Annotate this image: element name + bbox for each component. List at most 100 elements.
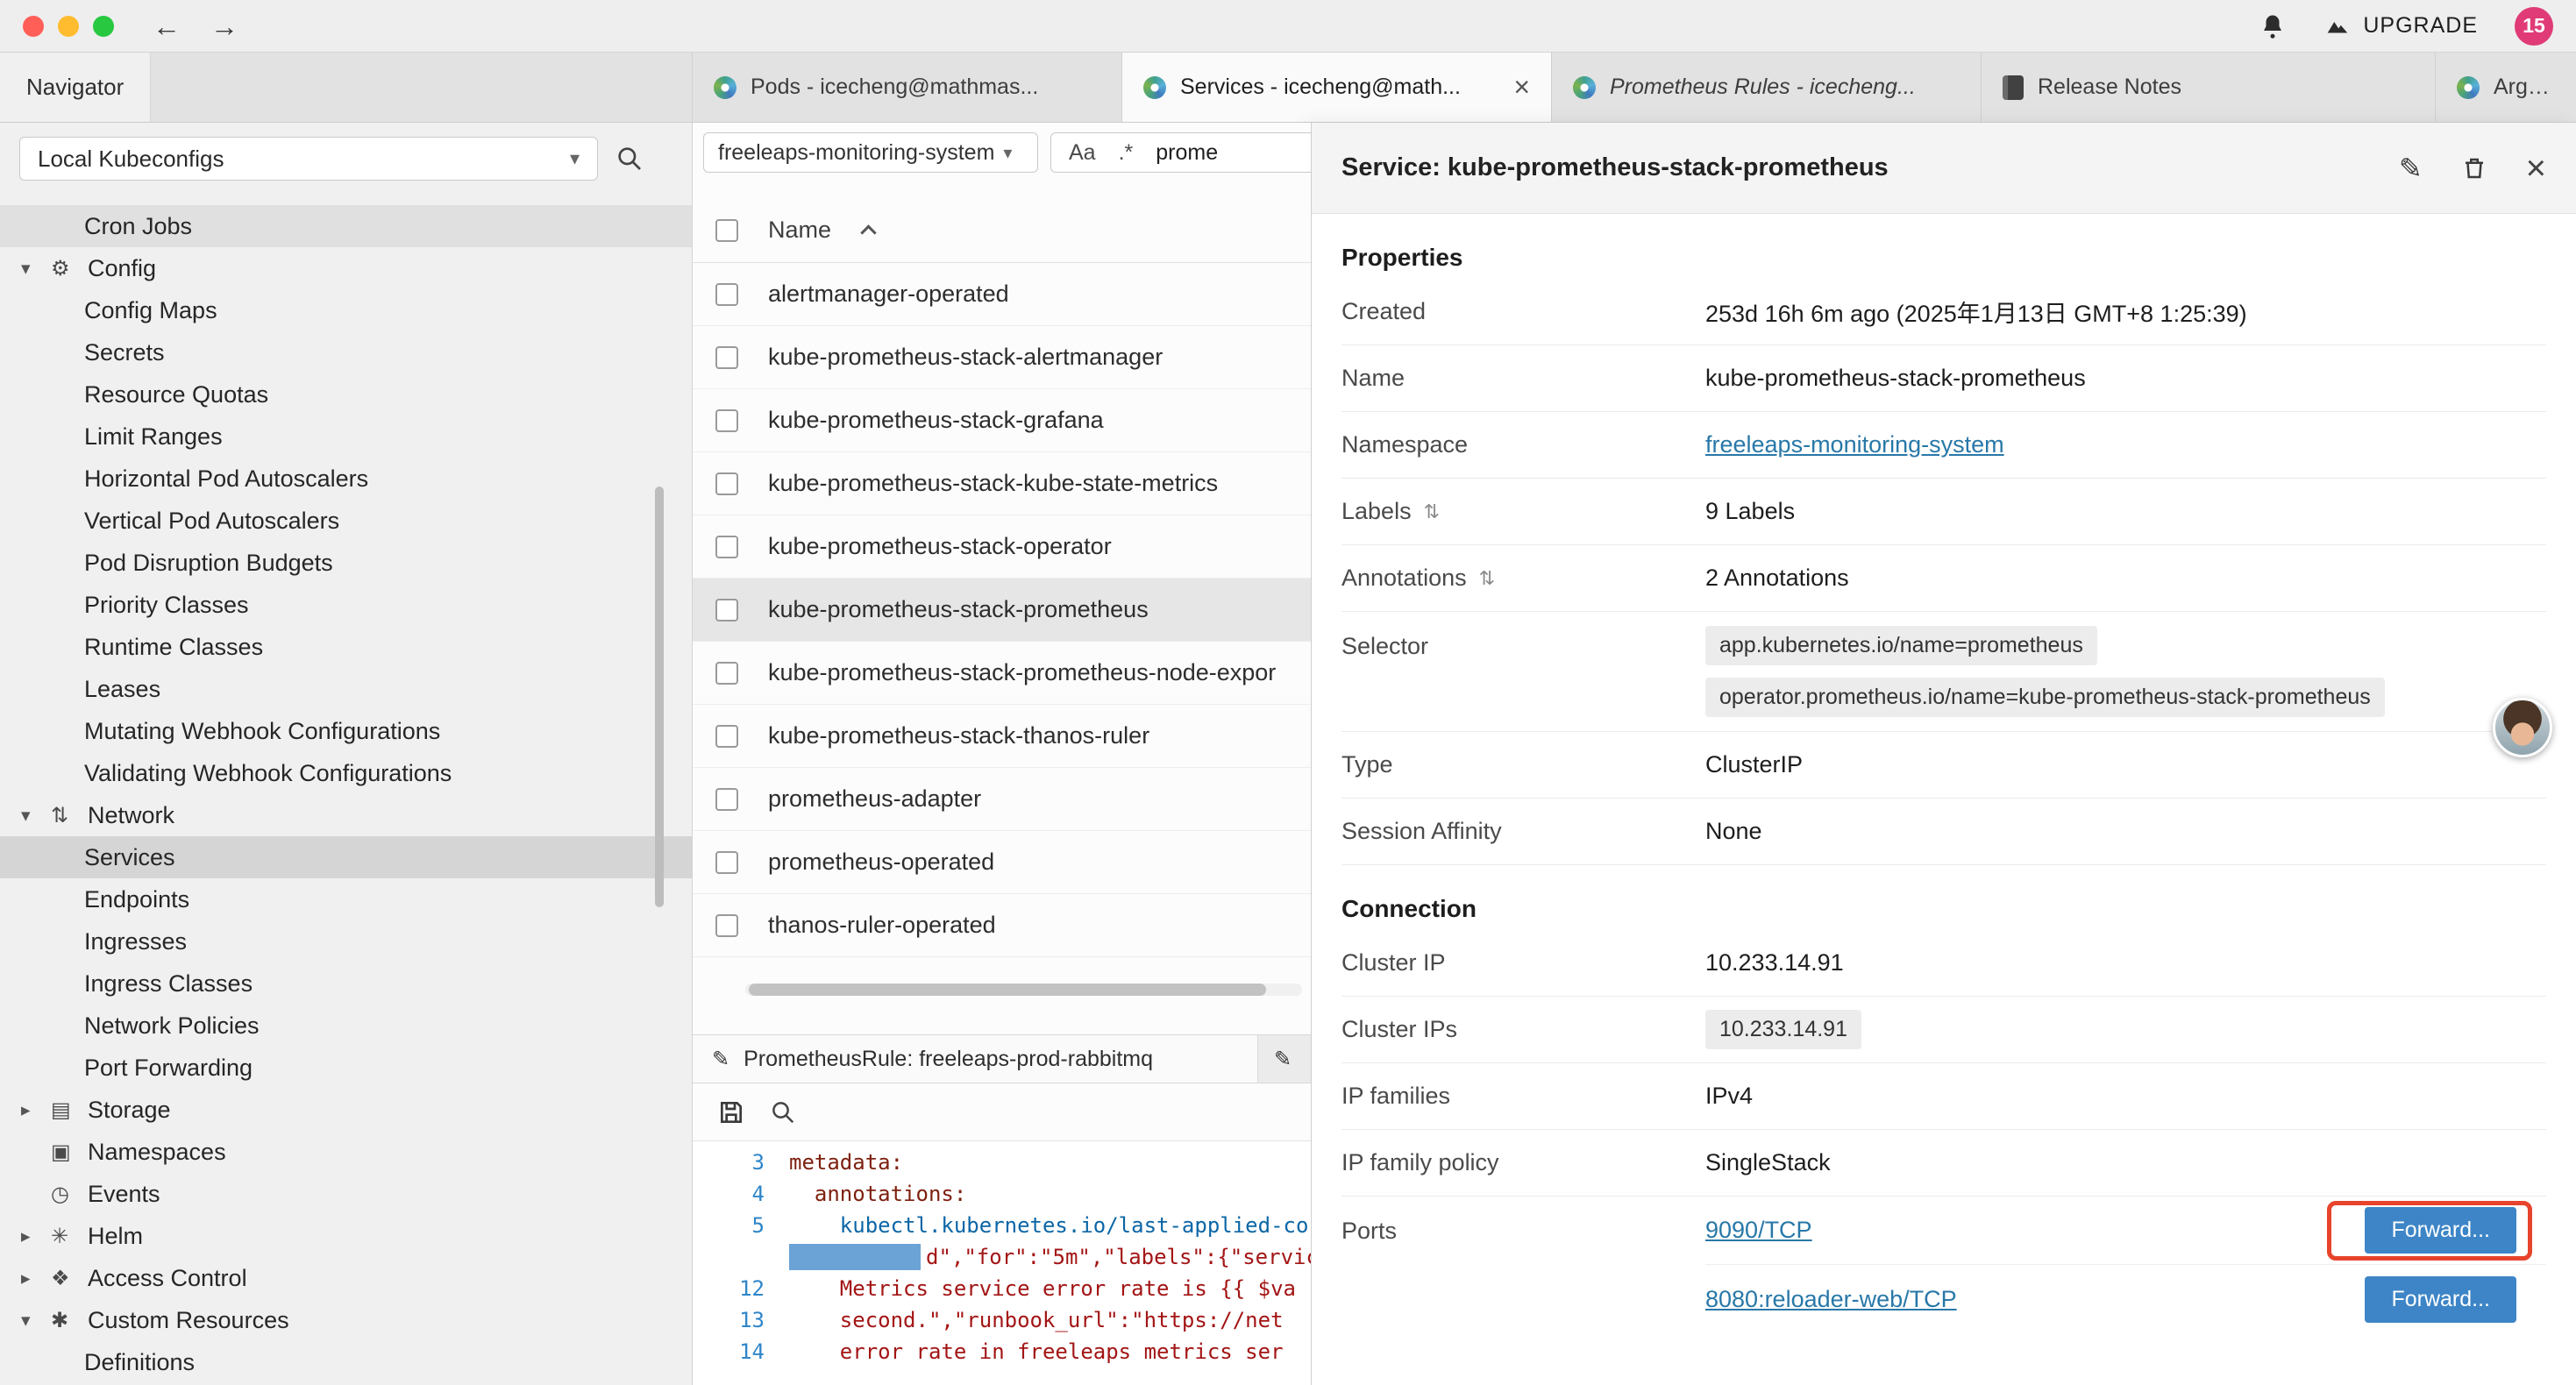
row-checkbox[interactable] xyxy=(715,346,738,369)
edit-service-icon[interactable]: ✎ xyxy=(2399,152,2423,185)
sidebar-item[interactable]: ◷ Events xyxy=(0,1173,692,1215)
tab[interactable]: Release Notes × xyxy=(1982,53,2436,122)
port-link[interactable]: 8080:reloader-web/TCP xyxy=(1705,1286,1957,1313)
tree-chevron-icon[interactable]: ▾ xyxy=(21,805,51,827)
row-checkbox[interactable] xyxy=(715,725,738,748)
tab[interactable]: Argo S × xyxy=(2436,53,2576,122)
kubeconfig-select[interactable]: Local Kubeconfigs ▾ xyxy=(19,137,598,181)
table-row[interactable]: prometheus-operated xyxy=(693,831,1311,894)
close-window-button[interactable] xyxy=(23,16,44,37)
table-row[interactable]: alertmanager-operated xyxy=(693,263,1311,326)
namespace-filter-select[interactable]: freeleaps-monitoring-system ▾ xyxy=(703,132,1038,173)
tree-chevron-icon[interactable]: ▸ xyxy=(21,1268,51,1289)
table-row[interactable]: kube-prometheus-stack-operator xyxy=(693,515,1311,579)
tab-close-icon[interactable]: × xyxy=(1513,71,1530,103)
regex-toggle[interactable]: .* xyxy=(1119,140,1134,166)
upgrade-button[interactable]: UPGRADE xyxy=(2323,13,2478,39)
sidebar-search-icon[interactable] xyxy=(616,145,644,173)
code-text: annotations: xyxy=(789,1178,966,1210)
forward-port-button[interactable]: Forward... xyxy=(2365,1276,2516,1323)
forward-port-button[interactable]: Forward... xyxy=(2365,1207,2516,1254)
row-checkbox[interactable] xyxy=(715,536,738,558)
minimize-window-button[interactable] xyxy=(58,16,79,37)
cluster-icon xyxy=(1573,76,1596,99)
match-case-toggle[interactable]: Aa xyxy=(1069,140,1096,166)
sort-asc-icon[interactable] xyxy=(860,224,876,240)
row-checkbox[interactable] xyxy=(715,914,738,937)
tab[interactable]: Prometheus Rules - icecheng... × xyxy=(1552,53,1982,122)
table-row[interactable]: kube-prometheus-stack-grafana xyxy=(693,389,1311,452)
sidebar-item[interactable]: ▣ Namespaces xyxy=(0,1131,692,1173)
row-checkbox[interactable] xyxy=(715,599,738,621)
notifications-bell-icon[interactable] xyxy=(2259,13,2286,39)
name-column-header[interactable]: Name xyxy=(768,217,831,244)
tree-chevron-icon[interactable]: ▸ xyxy=(21,1099,51,1121)
sidebar-item[interactable]: ▸ ✳ Helm xyxy=(0,1215,692,1257)
sidebar-item[interactable]: Leases xyxy=(0,668,692,710)
notification-count-badge[interactable]: 15 xyxy=(2515,7,2553,46)
sidebar-item[interactable]: Limit Ranges xyxy=(0,416,692,458)
back-button[interactable]: ← xyxy=(153,12,181,40)
table-row[interactable]: kube-prometheus-stack-thanos-ruler xyxy=(693,705,1311,768)
expand-toggle-icon[interactable]: ⇅ xyxy=(1479,567,1495,590)
sidebar-item[interactable]: Ingresses xyxy=(0,920,692,962)
sidebar-item[interactable]: Cron Jobs xyxy=(0,205,692,247)
editor-tab[interactable]: ✎ PrometheusRule: freeleaps-prod-rabbitm… xyxy=(693,1035,1258,1083)
table-row[interactable]: kube-prometheus-stack-kube-state-metrics xyxy=(693,452,1311,515)
sidebar-item[interactable]: ▾ ✱ Custom Resources xyxy=(0,1299,692,1341)
sidebar-item[interactable]: Config Maps xyxy=(0,289,692,331)
horizontal-scrollbar[interactable] xyxy=(745,984,1302,996)
table-row[interactable]: prometheus-adapter xyxy=(693,768,1311,831)
sidebar-item[interactable]: Pod Disruption Budgets xyxy=(0,542,692,584)
sidebar-item[interactable]: Horizontal Pod Autoscalers xyxy=(0,458,692,500)
sidebar-scrollbar[interactable] xyxy=(655,487,664,907)
sidebar-item[interactable]: Port Forwarding xyxy=(0,1047,692,1089)
sidebar-item[interactable]: Resource Quotas xyxy=(0,373,692,416)
forward-button[interactable]: → xyxy=(210,12,238,40)
row-checkbox[interactable] xyxy=(715,788,738,811)
sidebar-item-label: Events xyxy=(88,1181,160,1208)
editor-tab-next[interactable]: ✎ xyxy=(1258,1035,1311,1083)
sidebar-item[interactable]: Network Policies xyxy=(0,1005,692,1047)
tree-chevron-icon[interactable]: ▸ xyxy=(21,1225,51,1247)
table-row[interactable]: thanos-ruler-operated xyxy=(693,894,1311,957)
tab[interactable]: Services - icecheng@math... × xyxy=(1122,53,1552,122)
zoom-window-button[interactable] xyxy=(93,16,114,37)
row-checkbox[interactable] xyxy=(715,409,738,432)
sidebar-item[interactable]: Vertical Pod Autoscalers xyxy=(0,500,692,542)
table-row[interactable]: kube-prometheus-stack-prometheus-node-ex… xyxy=(693,642,1311,705)
sidebar-item[interactable]: ▾ ⇅ Network xyxy=(0,794,692,836)
editor-search-icon[interactable] xyxy=(770,1099,796,1126)
sidebar-item[interactable]: Secrets xyxy=(0,331,692,373)
select-all-checkbox[interactable] xyxy=(715,219,738,242)
yaml-editor[interactable]: 3 metadata: 4 annotations: 5 xyxy=(693,1141,1311,1385)
sidebar-item[interactable]: ▾ ⚙ Config xyxy=(0,247,692,289)
list-search-input[interactable]: Aa .* prome xyxy=(1050,132,1311,173)
expand-toggle-icon[interactable]: ⇅ xyxy=(1424,501,1440,523)
row-checkbox[interactable] xyxy=(715,283,738,306)
table-row[interactable]: kube-prometheus-stack-prometheus xyxy=(693,579,1311,642)
port-link[interactable]: 9090/TCP xyxy=(1705,1217,1812,1244)
tree-chevron-icon[interactable]: ▾ xyxy=(21,1310,51,1332)
row-checkbox[interactable] xyxy=(715,662,738,685)
tree-chevron-icon[interactable]: ▾ xyxy=(21,258,51,280)
assistant-avatar[interactable] xyxy=(2493,698,2552,757)
save-icon[interactable] xyxy=(717,1098,745,1126)
row-checkbox[interactable] xyxy=(715,851,738,874)
sidebar-item[interactable]: Runtime Classes xyxy=(0,626,692,668)
sidebar-item[interactable]: ▸ ❖ Access Control xyxy=(0,1257,692,1299)
sidebar-item[interactable]: Ingress Classes xyxy=(0,962,692,1005)
sidebar-item[interactable]: Definitions xyxy=(0,1341,692,1383)
sidebar-item[interactable]: ▸ ▤ Storage xyxy=(0,1089,692,1131)
sidebar-item[interactable]: Services xyxy=(0,836,692,878)
close-panel-icon[interactable]: × xyxy=(2526,151,2546,186)
sidebar-item[interactable]: Endpoints xyxy=(0,878,692,920)
sidebar-item[interactable]: Mutating Webhook Configurations xyxy=(0,710,692,752)
sidebar-item[interactable]: Validating Webhook Configurations xyxy=(0,752,692,794)
table-row[interactable]: kube-prometheus-stack-alertmanager xyxy=(693,326,1311,389)
sidebar-item[interactable]: Priority Classes xyxy=(0,584,692,626)
row-checkbox[interactable] xyxy=(715,472,738,495)
namespace-link[interactable]: freeleaps-monitoring-system xyxy=(1705,431,2004,458)
delete-service-icon[interactable] xyxy=(2461,155,2487,181)
tab[interactable]: Pods - icecheng@mathmas... × xyxy=(693,53,1122,122)
